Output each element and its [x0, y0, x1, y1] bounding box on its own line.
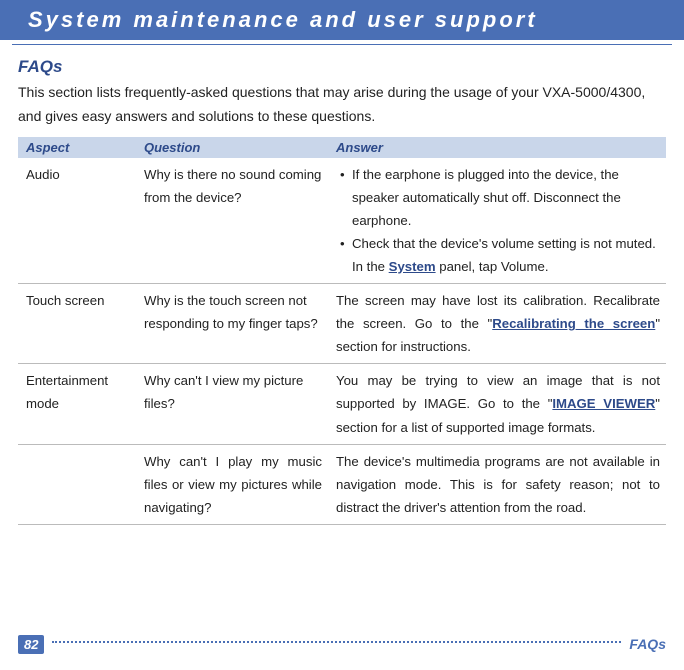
cell-question: Why can't I view my picture files?: [136, 364, 328, 444]
section-intro: This section lists frequently-asked ques…: [18, 81, 666, 129]
cell-aspect: Audio: [18, 158, 136, 284]
faq-table: Aspect Question Answer Audio Why is ther…: [18, 137, 666, 525]
cell-answer: If the earphone is plugged into the devi…: [328, 158, 666, 284]
table-row: Why can't I play my music files or view …: [18, 444, 666, 524]
header-rule: [12, 44, 672, 45]
cell-answer: You may be trying to view an image that …: [328, 364, 666, 444]
answer-bullet: Check that the device's volume setting i…: [340, 232, 660, 278]
answer-bullet: If the earphone is plugged into the devi…: [340, 163, 660, 232]
table-row: Audio Why is there no sound coming from …: [18, 158, 666, 284]
answer-bullet-list: If the earphone is plugged into the devi…: [336, 163, 660, 278]
page-header: System maintenance and user support: [0, 0, 684, 40]
section-title: FAQs: [18, 57, 666, 77]
page-number: 82: [18, 635, 44, 654]
cell-question: Why can't I play my music files or view …: [136, 444, 328, 524]
cell-answer: The device's multimedia programs are not…: [328, 444, 666, 524]
cell-aspect: [18, 444, 136, 524]
answer-text: panel, tap Volume.: [436, 259, 549, 274]
col-header-question: Question: [136, 137, 328, 158]
table-row: Touch screen Why is the touch screen not…: [18, 284, 666, 364]
link-recalibrating[interactable]: Recalibrating the screen: [492, 316, 655, 331]
content-area: FAQs This section lists frequently-asked…: [0, 57, 684, 525]
footer-dots: [52, 641, 621, 643]
page-title: System maintenance and user support: [28, 7, 538, 33]
cell-aspect: Touch screen: [18, 284, 136, 364]
link-system[interactable]: System: [389, 259, 436, 274]
footer-label: FAQs: [629, 636, 666, 652]
cell-answer: The screen may have lost its calibration…: [328, 284, 666, 364]
table-row: Entertainment mode Why can't I view my p…: [18, 364, 666, 444]
cell-aspect: Entertainment mode: [18, 364, 136, 444]
page-footer: 82 FAQs: [0, 632, 684, 656]
col-header-aspect: Aspect: [18, 137, 136, 158]
cell-question: Why is there no sound coming from the de…: [136, 158, 328, 284]
table-header-row: Aspect Question Answer: [18, 137, 666, 158]
cell-question: Why is the touch screen not responding t…: [136, 284, 328, 364]
col-header-answer: Answer: [328, 137, 666, 158]
link-image-viewer[interactable]: IMAGE VIEWER: [552, 396, 655, 411]
